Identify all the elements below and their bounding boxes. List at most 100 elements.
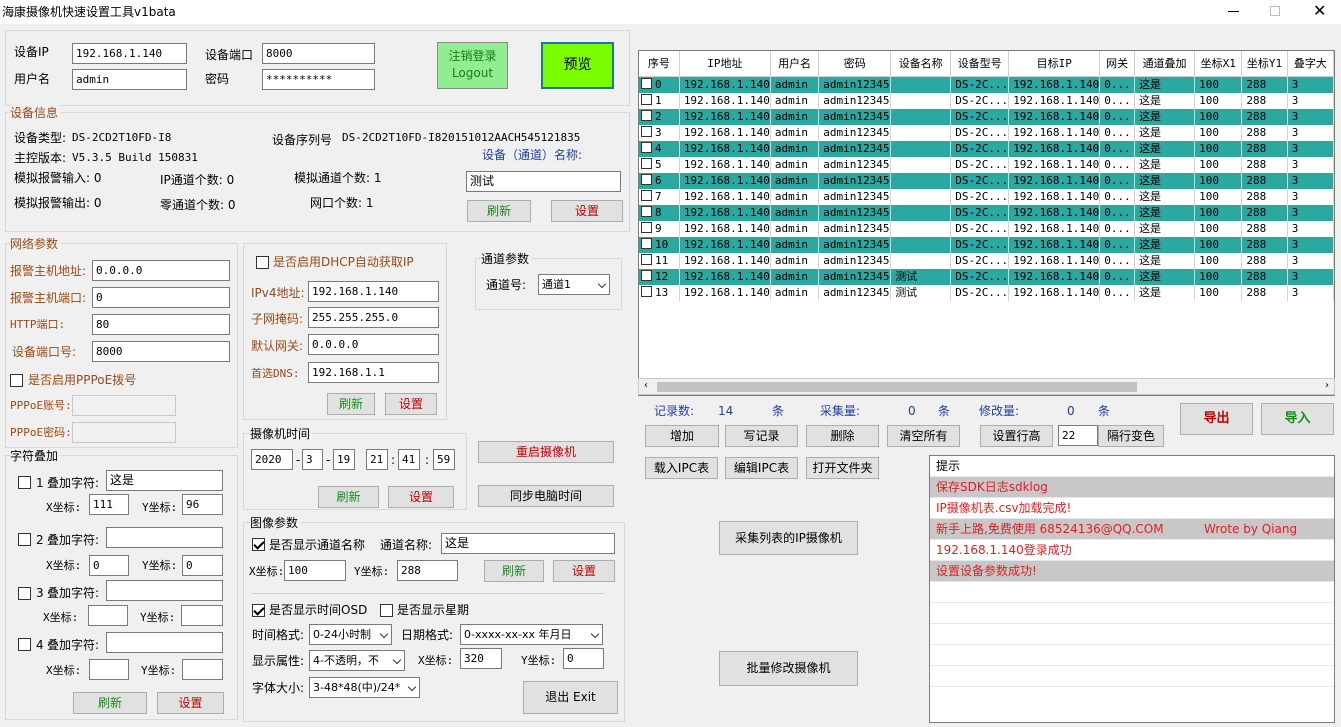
osd-1-checkbox[interactable] [18,476,31,489]
osd-3-checkbox[interactable] [18,587,31,600]
date-format-select[interactable]: 0-xxxx-xx-xx 年月日 [460,624,603,645]
osd-2-y-input[interactable]: 0 [182,555,223,576]
row-checkbox[interactable] [641,270,652,281]
row-checkbox[interactable] [641,142,652,153]
subnet-mask-input[interactable]: 255.255.255.0 [308,307,439,328]
column-header[interactable]: 设备型号 [950,51,1010,77]
month-input[interactable]: 3 [302,449,323,470]
column-header[interactable]: 通道叠加 [1134,51,1196,77]
table-row[interactable]: 9 192.168.1.140 admin admin12345 DS-2C... 192… [639,220,1334,237]
dns-input[interactable]: 192.168.1.1 [308,362,439,383]
row-checkbox[interactable] [641,126,652,137]
show-week-checkbox[interactable] [380,604,393,617]
network-refresh-button[interactable]: 刷新 [327,393,375,415]
osd-3-text-input[interactable] [106,580,223,601]
alarm-host-input[interactable]: 0.0.0.0 [92,260,230,281]
osd-4-x-input[interactable] [89,659,129,680]
password-input[interactable]: ********** [262,69,375,90]
edit-ipc-button[interactable]: 编辑IPC表 [725,457,798,479]
table-row[interactable]: 10 192.168.1.140 admin admin12345 DS-2C... 19… [639,236,1334,253]
scroll-left-icon[interactable]: ‹ [644,380,648,391]
osd-4-checkbox[interactable] [18,638,31,651]
sync-time-button[interactable]: 同步电脑时间 [478,485,614,507]
table-row[interactable]: 11 192.168.1.140 admin admin12345 DS-2C... 19… [639,252,1334,269]
osd-4-text-input[interactable] [106,632,223,653]
column-header[interactable]: 用户名 [770,51,820,77]
column-header[interactable]: 网关 [1099,51,1136,77]
ipc-table[interactable]: 序号 IP地址 用户名 密码 设备名称 设备型号 目标IP 网关 通道叠加 坐标X1 坐标Y1 叠字大… [638,50,1335,396]
font-size-select[interactable]: 3-48*48(中)/24* [309,677,420,698]
scroll-right-icon[interactable]: › [1325,380,1329,391]
pppoe-password-input[interactable] [72,422,176,443]
row-checkbox[interactable] [641,78,652,89]
image-x-input[interactable]: 100 [284,560,346,581]
osd-set-button[interactable]: 设置 [157,692,224,714]
write-record-button[interactable]: 写记录 [725,425,798,447]
scroll-thumb[interactable] [657,382,1137,392]
osd-4-y-input[interactable] [182,659,223,680]
row-checkbox[interactable] [641,238,652,249]
osd-refresh-button[interactable]: 刷新 [73,692,147,714]
time-y-input[interactable]: 0 [563,648,604,669]
pppoe-checkbox[interactable] [10,374,23,387]
osd-2-checkbox[interactable] [18,533,31,546]
second-input[interactable]: 59 [433,449,455,470]
dhcp-checkbox[interactable] [256,256,269,269]
display-attr-select[interactable]: 4-不透明，不 [309,650,405,671]
osd-2-text-input[interactable] [106,527,223,548]
close-icon[interactable]: ✕ [1313,0,1326,22]
column-header[interactable]: 目标IP [1008,51,1101,77]
row-checkbox[interactable] [641,286,652,297]
channel-name-input[interactable]: 这是 [441,533,615,554]
table-row[interactable]: 4 192.168.1.140 admin admin12345 DS-2C... 192… [639,140,1334,157]
show-channel-name-checkbox[interactable] [252,538,265,551]
table-hscrollbar[interactable]: ‹ › [638,378,1335,395]
row-checkbox[interactable] [641,110,652,121]
device-ip-input[interactable]: 192.168.1.140 [72,43,187,64]
alarm-port-input[interactable]: 0 [92,287,230,308]
row-checkbox[interactable] [641,222,652,233]
row-checkbox[interactable] [641,158,652,169]
osd-2-x-input[interactable]: 0 [89,555,129,576]
import-button[interactable]: 导入 [1261,403,1334,435]
reboot-camera-button[interactable]: 重启摄像机 [478,441,614,463]
osd-3-x-input[interactable] [88,605,128,626]
table-row[interactable]: 7 192.168.1.140 admin admin12345 DS-2C... 192… [639,188,1334,205]
camtime-set-button[interactable]: 设置 [388,486,454,508]
alt-color-button[interactable]: 隔行变色 [1098,425,1164,447]
table-row[interactable]: 3 192.168.1.140 admin admin12345 DS-2C... 192… [639,124,1334,141]
row-checkbox[interactable] [641,206,652,217]
maximize-icon[interactable] [1270,6,1280,16]
http-port-input[interactable]: 80 [92,314,230,335]
delete-button[interactable]: 删除 [806,425,879,447]
table-row[interactable]: 8 192.168.1.140 admin admin12345 DS-2C... 192… [639,204,1334,221]
ipv4-input[interactable]: 192.168.1.140 [308,281,439,302]
device-port-no-input[interactable]: 8000 [92,341,230,362]
osd-3-y-input[interactable] [181,605,223,626]
osd-1-x-input[interactable]: 111 [89,494,129,515]
channel-select[interactable]: 通道1 [538,274,610,295]
row-checkbox[interactable] [641,190,652,201]
open-folder-button[interactable]: 打开文件夹 [806,457,879,479]
minute-input[interactable]: 41 [398,449,420,470]
time-x-input[interactable]: 320 [460,648,502,669]
pppoe-account-input[interactable] [72,395,176,416]
clear-all-button[interactable]: 清空所有 [887,425,960,447]
hour-input[interactable]: 21 [366,449,388,470]
device-port-input[interactable]: 8000 [262,43,375,64]
table-row[interactable]: 12 192.168.1.140 admin admin12345 测试 DS-2C...… [639,268,1334,285]
osd-1-text-input[interactable]: 这是 [106,470,223,491]
column-header[interactable]: IP地址 [679,51,771,77]
table-row[interactable]: 0 192.168.1.140 admin admin12345 DS-2C... 192… [639,76,1334,93]
time-format-select[interactable]: 0-24小时制 [309,624,392,645]
column-header[interactable]: 密码 [818,51,892,77]
column-header[interactable]: 坐标Y1 [1241,51,1288,77]
image-set-button[interactable]: 设置 [553,560,615,582]
username-input[interactable]: admin [72,69,187,90]
camtime-refresh-button[interactable]: 刷新 [318,486,379,508]
column-header[interactable]: 序号 [639,51,680,77]
day-input[interactable]: 19 [333,449,355,470]
year-input[interactable]: 2020 [251,449,293,470]
column-header[interactable]: 设备名称 [890,51,952,77]
add-button[interactable]: 增加 [645,425,719,447]
